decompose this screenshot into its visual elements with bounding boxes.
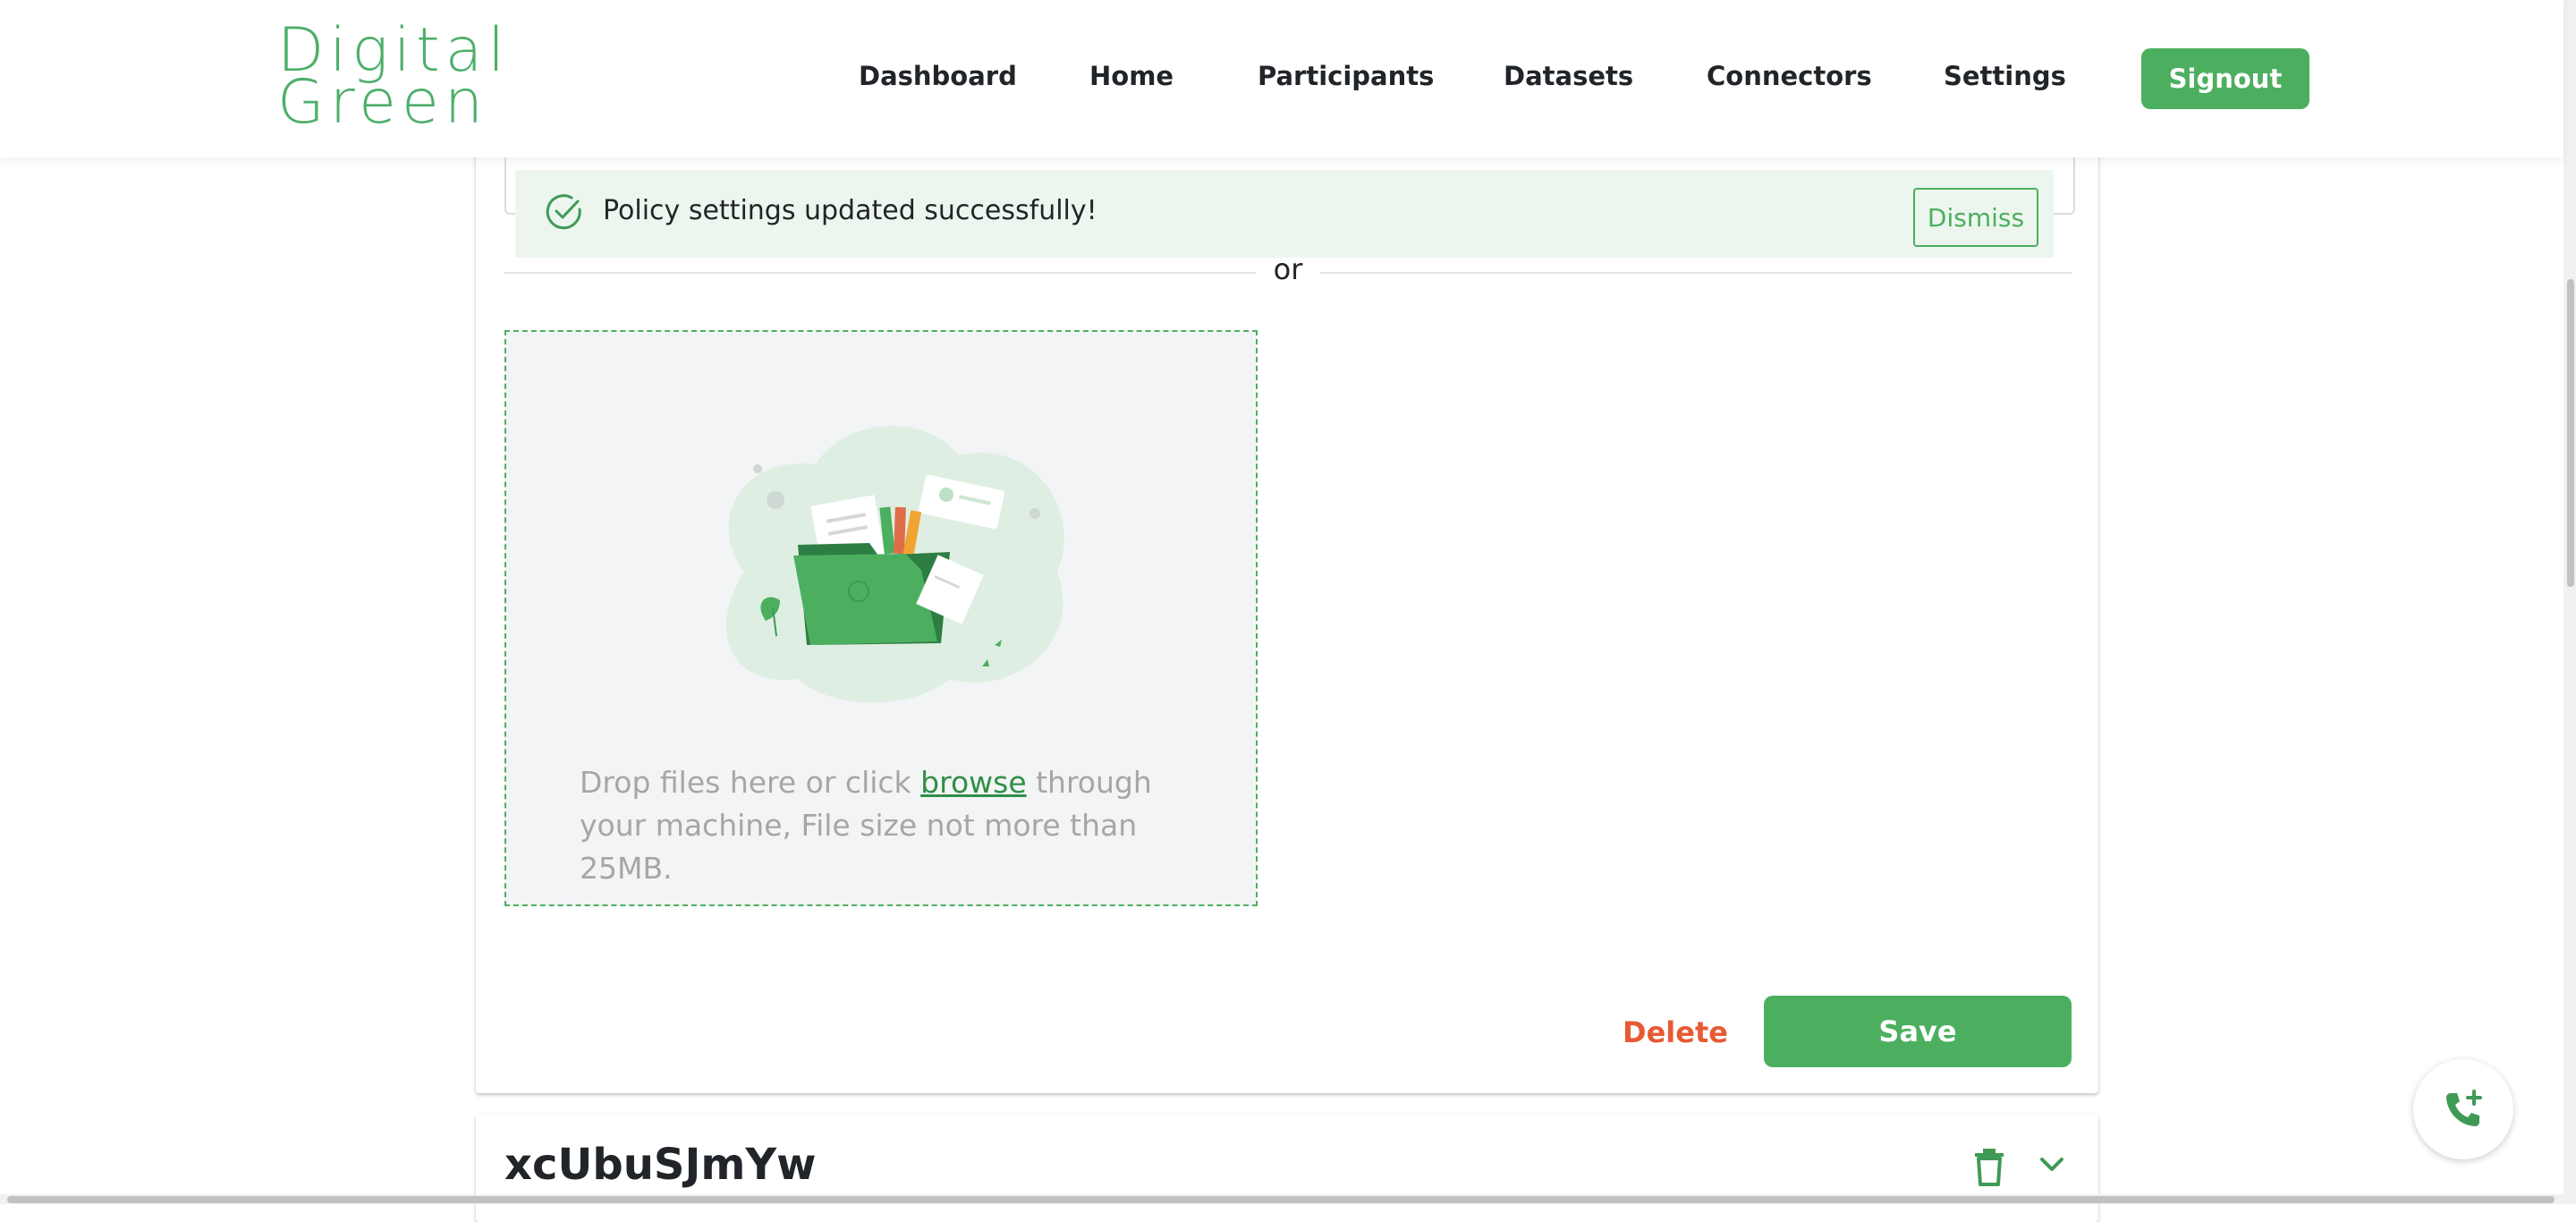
save-button[interactable]: Save — [1764, 996, 2072, 1067]
divider-right — [1320, 272, 2072, 274]
folder-illustration — [726, 426, 1064, 703]
trash-icon[interactable] — [1971, 1147, 2007, 1186]
check-circle-icon — [546, 194, 581, 230]
signout-button[interactable]: Signout — [2141, 48, 2309, 109]
nav-settings[interactable]: Settings — [1944, 61, 2066, 91]
horizontal-scrollbar-thumb[interactable] — [7, 1196, 2555, 1203]
success-alert: Policy settings updated successfully! Di… — [515, 170, 2054, 258]
nav-datasets[interactable]: Datasets — [1504, 61, 1633, 91]
contact-call-button[interactable] — [2413, 1059, 2513, 1159]
dismiss-button[interactable]: Dismiss — [1913, 188, 2038, 247]
vertical-scrollbar-thumb[interactable] — [2567, 279, 2574, 587]
chevron-down-icon[interactable] — [2038, 1154, 2066, 1175]
dropzone-instructions: Drop files here or click browse through … — [580, 761, 1197, 890]
vertical-scrollbar-track[interactable] — [2563, 0, 2576, 1204]
digital-green-logo[interactable]: Digital Green — [277, 21, 555, 138]
nav-participants[interactable]: Participants — [1258, 61, 1434, 91]
top-navbar: Digital Green Dashboard Home Participant… — [0, 0, 2563, 157]
logo-line-2: Green — [277, 67, 488, 138]
file-dropzone[interactable]: Drop files here or click browse through … — [504, 330, 1258, 906]
delete-button[interactable]: Delete — [1617, 997, 1728, 1068]
nav-home[interactable]: Home — [1089, 61, 1174, 91]
browse-link[interactable]: browse — [920, 765, 1026, 800]
phone-add-icon — [2446, 1090, 2482, 1126]
policy-title: xcUbuSJmYw — [504, 1140, 817, 1190]
nav-dashboard[interactable]: Dashboard — [859, 61, 1017, 91]
dropzone-text-before: Drop files here or click — [580, 765, 921, 800]
divider-left — [504, 272, 1256, 274]
nav-connectors[interactable]: Connectors — [1707, 61, 1872, 91]
alert-message: Policy settings updated successfully! — [603, 195, 1097, 226]
policy-accordion-item[interactable]: xcUbuSJmYw — [476, 1115, 2098, 1222]
